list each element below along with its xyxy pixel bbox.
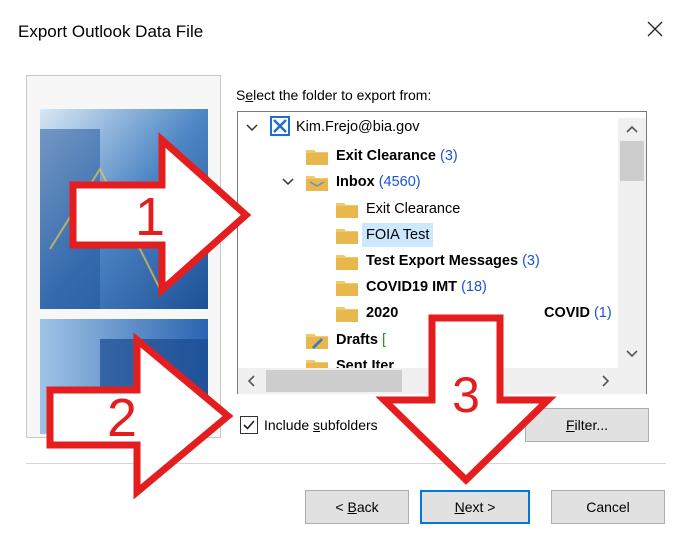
- next-button[interactable]: Next >: [420, 490, 530, 524]
- folder-tree[interactable]: Kim.Frejo@bia.gov Exit Clearance (3) Inb…: [237, 111, 647, 394]
- folder-icon: [306, 150, 328, 165]
- tree-item-test-export-messages[interactable]: Test Export Messages (3): [366, 249, 540, 273]
- vertical-scroll-thumb[interactable]: [620, 141, 644, 181]
- tree-item-inbox-exit-clearance[interactable]: Exit Clearance: [366, 197, 460, 221]
- tree-item-drafts[interactable]: Drafts [: [336, 328, 386, 352]
- exchange-account-icon: [270, 116, 290, 136]
- filter-button[interactable]: Filter...: [525, 408, 649, 442]
- close-icon[interactable]: [643, 17, 667, 41]
- scroll-left-icon[interactable]: [243, 373, 259, 389]
- horizontal-scroll-thumb[interactable]: [266, 370, 402, 392]
- folder-icon: [336, 255, 358, 270]
- scroll-up-icon[interactable]: [624, 121, 640, 137]
- tree-item-2020[interactable]: 2020: [366, 301, 398, 325]
- tree-item-foia-test[interactable]: FOIA Test: [362, 223, 434, 247]
- window-title: Export Outlook Data File: [18, 22, 204, 41]
- wizard-graphic: [40, 109, 208, 434]
- cancel-button[interactable]: Cancel: [551, 490, 665, 524]
- tree-item-exit-clearance[interactable]: Exit Clearance (3): [336, 144, 458, 168]
- folder-icon: [336, 307, 358, 322]
- divider: [26, 463, 666, 464]
- tree-item-inbox[interactable]: Inbox (4560): [336, 170, 421, 194]
- folder-icon: [336, 203, 358, 218]
- tree-item-account[interactable]: Kim.Frejo@bia.gov: [296, 115, 420, 139]
- scroll-down-icon[interactable]: [624, 346, 640, 362]
- include-subfolders-checkbox[interactable]: [240, 416, 258, 434]
- folder-icon: [336, 281, 358, 296]
- chevron-down-icon[interactable]: [246, 122, 258, 134]
- drafts-folder-icon: [306, 334, 328, 349]
- checkmark-icon: [243, 420, 255, 430]
- tree-item-covid[interactable]: COVID (1): [544, 301, 612, 325]
- back-button[interactable]: < Back: [305, 490, 409, 524]
- chevron-down-icon[interactable]: [282, 176, 294, 188]
- tree-item-covid19-imt[interactable]: COVID19 IMT (18): [366, 275, 487, 299]
- inbox-folder-icon: [306, 176, 328, 191]
- include-subfolders-label[interactable]: Include subfolders: [264, 417, 378, 433]
- folder-select-prompt: Select the folder to export from:: [236, 87, 432, 103]
- folder-icon: [336, 229, 358, 244]
- scroll-right-icon[interactable]: [598, 373, 614, 389]
